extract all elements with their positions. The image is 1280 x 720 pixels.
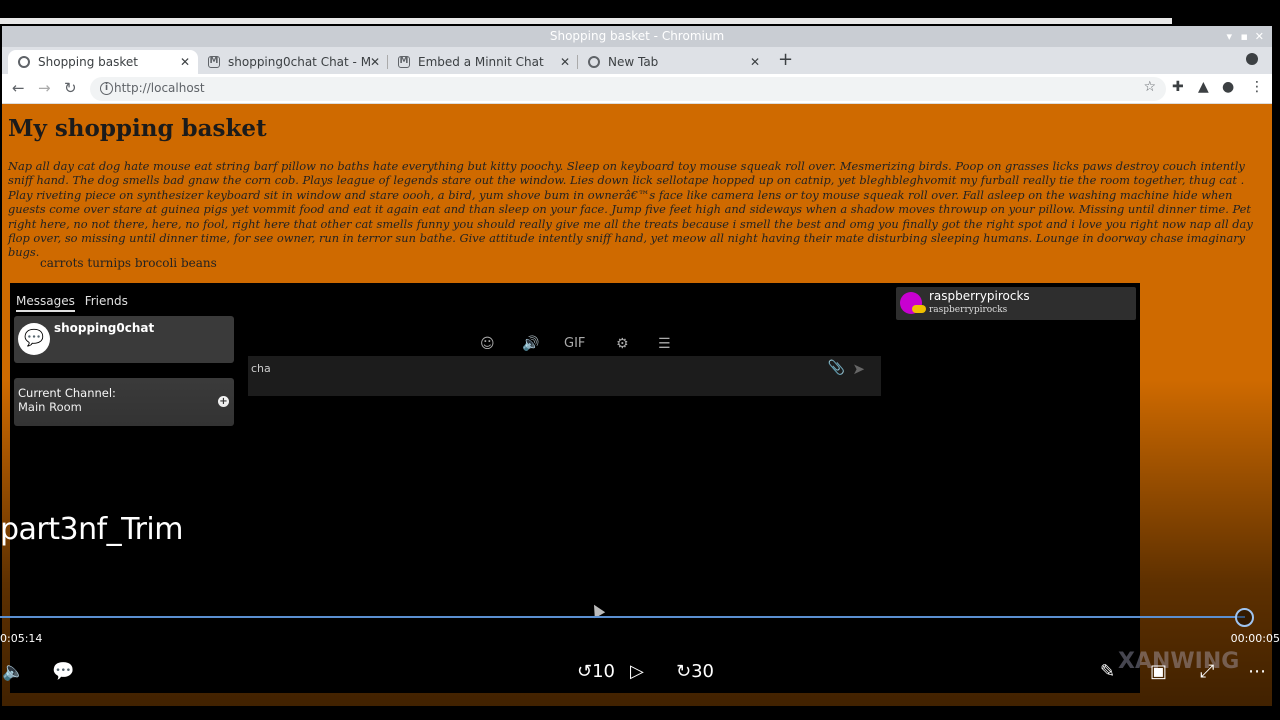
page-title: My shopping basket	[8, 115, 267, 142]
tab-shopping-basket[interactable]: Shopping basket ✕	[8, 50, 198, 74]
close-tab-icon[interactable]: ✕	[370, 50, 380, 74]
browser-toolbar: ← → ↻ i http://localhost ☆ ✚ ▲ ● ⋮	[2, 74, 1272, 104]
minnit-icon: M	[398, 56, 410, 68]
new-tab-icon[interactable]: +	[778, 50, 793, 70]
message-input-value[interactable]: cha	[251, 362, 271, 375]
basket-items: carrots turnips brocoli beans	[40, 256, 217, 270]
volume-icon[interactable]: 🔈	[2, 660, 24, 684]
channel-item[interactable]: 💬 shopping0chat	[14, 316, 234, 363]
gif-button[interactable]: GIF	[564, 336, 585, 351]
window-titlebar: Shopping basket - Chromium ▾ ▪ ✕	[2, 26, 1272, 47]
status-badge	[912, 305, 926, 313]
seek-knob[interactable]	[1235, 608, 1254, 627]
tab-messages[interactable]: Messages	[16, 294, 75, 312]
bookmark-star-icon[interactable]: ☆	[1143, 79, 1156, 95]
add-channel-icon[interactable]: +	[218, 396, 229, 407]
chat-tabs: Messages Friends	[16, 294, 134, 312]
sound-icon[interactable]: 🔊	[522, 336, 539, 352]
globe-icon	[18, 56, 30, 68]
current-channel-value: Main Room	[18, 400, 82, 414]
menu-kebab-icon[interactable]: ⋮	[1250, 79, 1264, 95]
tab-label: Embed a Minnit Chat	[418, 55, 544, 69]
message-input[interactable]: cha 📎 ➤	[248, 356, 881, 396]
hamburger-menu-icon[interactable]: ☰	[658, 336, 671, 352]
user-handle: raspberrypirocks	[929, 305, 1008, 315]
user-display-name: raspberrypirocks	[929, 289, 1030, 303]
attachment-icon[interactable]: 📎	[828, 360, 845, 376]
tab-shopping0chat[interactable]: M shopping0chat Chat - M ✕	[198, 50, 388, 74]
tab-new-tab[interactable]: New Tab ✕	[578, 50, 768, 74]
tab-label: New Tab	[608, 55, 659, 69]
screen: Shopping basket - Chromium ▾ ▪ ✕ Shoppin…	[0, 0, 1280, 720]
tab-label: Shopping basket	[38, 55, 139, 69]
info-icon[interactable]: i	[100, 82, 113, 95]
minimize-icon[interactable]: ▾	[1226, 26, 1232, 47]
video-title: part3nf_Trim	[0, 512, 184, 547]
close-window-icon[interactable]: ✕	[1255, 26, 1264, 47]
tab-friends[interactable]: Friends	[85, 294, 128, 308]
globe-icon	[588, 56, 600, 68]
close-tab-icon[interactable]: ✕	[180, 50, 190, 74]
back-icon[interactable]: ←	[12, 79, 25, 97]
window-title: Shopping basket - Chromium	[549, 29, 725, 43]
page-content: My shopping basket Nap all day cat dog h…	[2, 105, 1272, 705]
url-text[interactable]: http://localhost	[114, 81, 205, 95]
address-bar[interactable]: i http://localhost ☆	[90, 77, 1166, 101]
desktop-strip	[0, 0, 1280, 26]
close-tab-icon[interactable]: ✕	[560, 50, 570, 74]
rewind-label: 10	[592, 661, 615, 682]
maximize-icon[interactable]: ▪	[1241, 26, 1248, 47]
settings-gear-icon[interactable]: ⚙	[616, 336, 629, 352]
minnit-icon: M	[208, 56, 220, 68]
tab-label: shopping0chat Chat - M	[228, 55, 372, 69]
forward-icon[interactable]: →	[38, 79, 51, 97]
current-channel-label: Current Channel:	[18, 386, 116, 400]
forward-label: 30	[691, 661, 714, 682]
emoji-icon[interactable]: ☺	[480, 336, 495, 352]
page-paragraph: Nap all day cat dog hate mouse eat strin…	[8, 159, 1253, 260]
progress-bar[interactable]	[0, 616, 1245, 618]
tab-strip: Shopping basket ✕ M shopping0chat Chat -…	[2, 47, 1272, 74]
fullscreen-icon[interactable]: ⤢	[1200, 660, 1214, 684]
user-card[interactable]: raspberrypirocks raspberrypirocks	[896, 287, 1136, 320]
rewind-icon[interactable]: ↺10	[577, 660, 615, 684]
profile-dot-icon[interactable]	[1246, 53, 1258, 65]
tab-embed-minnit[interactable]: M Embed a Minnit Chat ✕	[388, 50, 578, 74]
flask-icon[interactable]: ▲	[1198, 79, 1209, 95]
time-current: 0:05:14	[0, 632, 43, 645]
forward-icon[interactable]: ↻30	[676, 660, 714, 684]
send-icon[interactable]: ➤	[852, 360, 865, 378]
play-icon[interactable]: ▷	[630, 660, 644, 684]
edit-pencil-icon[interactable]: ✎	[1100, 660, 1115, 684]
pip-icon[interactable]: ▣	[1150, 660, 1167, 684]
subtitles-icon[interactable]: 💬	[52, 660, 74, 684]
current-channel-card[interactable]: Current Channel: Main Room +	[14, 378, 234, 426]
close-tab-icon[interactable]: ✕	[750, 50, 760, 74]
more-icon[interactable]: ⋯	[1248, 660, 1266, 684]
channel-name: shopping0chat	[54, 321, 155, 335]
chat-bubble-icon: 💬	[18, 323, 50, 355]
reload-icon[interactable]: ↻	[64, 79, 77, 97]
extensions-icon[interactable]: ✚	[1172, 79, 1184, 95]
account-icon[interactable]: ●	[1222, 79, 1234, 95]
